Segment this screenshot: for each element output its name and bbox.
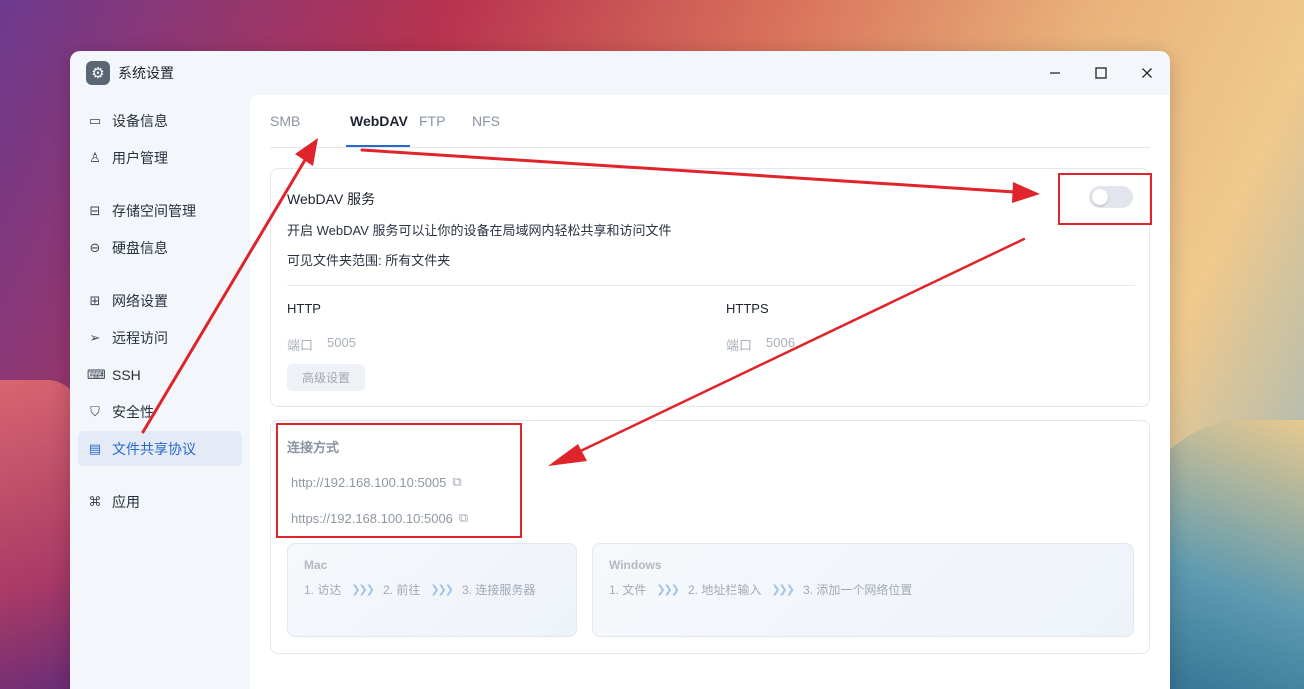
tab-nfs[interactable]: NFS xyxy=(472,113,500,129)
http-port-value: 5005 xyxy=(327,335,356,350)
chevrons-icon: ❯❯❯ xyxy=(351,584,375,596)
sidebar-item-users[interactable]: ♙ 用户管理 xyxy=(78,140,242,175)
sidebar-item-label: 安全性 xyxy=(112,403,154,420)
send-icon: ➢ xyxy=(89,329,101,345)
storage-icon: ⊟ xyxy=(89,202,101,218)
mac-title: Mac xyxy=(304,558,328,572)
maximize-icon xyxy=(1095,67,1107,79)
file-icon: ▤ xyxy=(88,440,102,456)
sidebar-item-storage[interactable]: ⊟ 存储空间管理 xyxy=(78,193,242,228)
protocol-tabs: SMB WebDAV FTP NFS xyxy=(270,95,1150,148)
connection-highlight-box xyxy=(276,423,522,538)
chevrons-icon: ❯❯❯ xyxy=(656,584,680,596)
device-icon: ▭ xyxy=(88,112,102,128)
main-content: SMB WebDAV FTP NFS WebDAV 服务 开启 WebDAV 服… xyxy=(250,95,1170,689)
sidebar-item-device-info[interactable]: ▭ 设备信息 xyxy=(78,103,242,138)
settings-window: ⚙ 系统设置 ▭ 设备信息 ♙ 用户管理 ⊟ 存储空间管理 ⊖ 硬盘信息 ⊞ 网… xyxy=(70,51,1170,689)
gear-icon: ⚙ xyxy=(86,61,110,85)
divider xyxy=(287,285,1135,286)
https-port-value: 5006 xyxy=(766,335,795,350)
sidebar-item-label: 远程访问 xyxy=(112,329,168,346)
disk-icon: ⊖ xyxy=(89,239,101,255)
tab-smb[interactable]: SMB xyxy=(270,113,300,129)
mac-step-3: 3. 连接服务器 xyxy=(462,583,536,597)
window-title: 系统设置 xyxy=(118,65,174,81)
sidebar-item-label: 存储空间管理 xyxy=(112,202,196,219)
window-controls xyxy=(1032,51,1170,95)
toggle-highlight-box xyxy=(1058,173,1152,225)
close-icon xyxy=(1142,68,1152,78)
sidebar-item-label: 硬盘信息 xyxy=(112,239,168,256)
windows-step-1: 1. 文件 xyxy=(609,583,647,597)
https-port-label: 端口 xyxy=(726,338,753,353)
chevrons-icon: ❯❯❯ xyxy=(771,584,795,596)
sidebar-item-label: 应用 xyxy=(112,493,140,510)
windows-steps: 1. 文件 ❯❯❯ 2. 地址栏输入 ❯❯❯ 3. 添加一个网络位置 xyxy=(609,581,912,598)
mac-steps: 1. 访达 ❯❯❯ 2. 前往 ❯❯❯ 3. 连接服务器 xyxy=(304,581,535,598)
minimize-icon xyxy=(1050,72,1060,74)
service-description: 开启 WebDAV 服务可以让你的设备在局域网内轻松共享和访问文件 xyxy=(287,223,672,238)
title-bar: ⚙ 系统设置 xyxy=(70,51,1170,95)
windows-guide: Windows 1. 文件 ❯❯❯ 2. 地址栏输入 ❯❯❯ 3. 添加一个网络… xyxy=(592,543,1134,637)
windows-step-2: 2. 地址栏输入 xyxy=(688,583,762,597)
sidebar-item-ssh[interactable]: ⌨ SSH xyxy=(78,357,242,392)
https-title: HTTPS xyxy=(726,301,769,316)
mac-guide: Mac 1. 访达 ❯❯❯ 2. 前往 ❯❯❯ 3. 连接服务器 xyxy=(287,543,577,637)
windows-title: Windows xyxy=(609,558,662,572)
sidebar-item-label: SSH xyxy=(112,366,141,383)
folder-scope: 可见文件夹范围: 所有文件夹 xyxy=(287,253,451,268)
sidebar-item-label: 文件共享协议 xyxy=(112,440,196,457)
sidebar-item-remote-access[interactable]: ➢ 远程访问 xyxy=(78,320,242,355)
sidebar-item-label: 用户管理 xyxy=(112,149,168,166)
mac-step-2: 2. 前往 xyxy=(383,583,421,597)
apps-icon: ⌘ xyxy=(88,493,102,509)
tab-ftp[interactable]: FTP xyxy=(419,113,445,129)
sidebar-item-label: 设备信息 xyxy=(112,112,168,129)
terminal-icon: ⌨ xyxy=(87,366,106,382)
service-card: WebDAV 服务 开启 WebDAV 服务可以让你的设备在局域网内轻松共享和访… xyxy=(270,168,1150,407)
maximize-button[interactable] xyxy=(1078,51,1124,95)
sidebar: ▭ 设备信息 ♙ 用户管理 ⊟ 存储空间管理 ⊖ 硬盘信息 ⊞ 网络设置 ➢ 远… xyxy=(70,95,250,689)
tab-webdav[interactable]: WebDAV xyxy=(350,113,408,129)
user-icon: ♙ xyxy=(89,149,101,165)
sidebar-item-label: 网络设置 xyxy=(112,292,168,309)
sidebar-item-network[interactable]: ⊞ 网络设置 xyxy=(78,283,242,318)
sidebar-item-disk-info[interactable]: ⊖ 硬盘信息 xyxy=(78,230,242,265)
advanced-settings-button[interactable]: 高级设置 xyxy=(287,364,365,391)
service-title: WebDAV 服务 xyxy=(287,191,376,207)
close-button[interactable] xyxy=(1124,51,1170,95)
active-tab-indicator xyxy=(346,145,410,147)
sidebar-item-file-sharing[interactable]: ▤ 文件共享协议 xyxy=(78,431,242,466)
http-port-label: 端口 xyxy=(287,338,314,353)
windows-step-3: 3. 添加一个网络位置 xyxy=(803,583,913,597)
shield-icon: ⛉ xyxy=(90,403,100,419)
chevrons-icon: ❯❯❯ xyxy=(430,584,454,596)
minimize-button[interactable] xyxy=(1032,51,1078,95)
mac-step-1: 1. 访达 xyxy=(304,583,342,597)
http-title: HTTP xyxy=(287,301,321,316)
network-icon: ⊞ xyxy=(89,292,101,308)
sidebar-item-apps[interactable]: ⌘ 应用 xyxy=(78,484,242,519)
sidebar-item-security[interactable]: ⛉ 安全性 xyxy=(78,394,242,429)
